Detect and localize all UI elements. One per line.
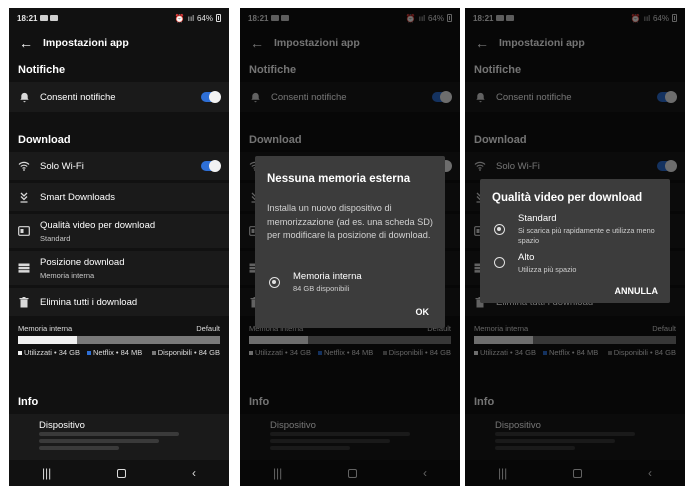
battery-level: 64%: [196, 13, 213, 23]
dialog-title: Qualità video per download: [492, 192, 643, 204]
device-details-blurred: [39, 432, 179, 436]
video-quality-label: Qualità video per download: [40, 219, 156, 231]
alarm-icon: ⏰: [174, 13, 185, 23]
smart-download-icon: [17, 190, 31, 204]
legend-free-swatch: [151, 351, 156, 356]
screen-quality-dialog: 18:21 ⏰ ııl 64% ← Impostazioni app Notif…: [465, 8, 685, 486]
radio-internal-storage[interactable]: [269, 277, 280, 288]
battery-icon: [216, 14, 221, 22]
storage-header: Memoria interna Default: [18, 324, 220, 333]
legend-used: Utilizzati • 34 GB: [18, 348, 80, 358]
message-icon: [40, 15, 49, 21]
system-nav-bar: ||| ‹: [9, 460, 229, 486]
legend-used-swatch: [18, 351, 22, 356]
option-standard-label: Standard: [518, 213, 557, 224]
wifi-signal-icon: ııl: [187, 13, 194, 23]
radio-high[interactable]: [494, 257, 505, 268]
device-details-blurred: [39, 439, 159, 443]
cancel-button[interactable]: ANNULLA: [615, 286, 659, 296]
allow-notifications-row[interactable]: Consenti notifiche: [9, 82, 229, 112]
wifi-only-row[interactable]: Solo Wi-Fi: [9, 152, 229, 180]
no-external-storage-dialog: Nessuna memoria esterna Installa un nuov…: [255, 156, 445, 328]
section-notifications-title: Notifiche: [18, 64, 66, 76]
section-info-title: Info: [18, 396, 39, 408]
device-details-blurred: [39, 446, 119, 450]
smart-downloads-row[interactable]: Smart Downloads: [9, 183, 229, 211]
storage-used-fill: [18, 336, 77, 344]
app-bar: ← Impostazioni app: [9, 30, 229, 56]
allow-notifications-toggle[interactable]: [201, 91, 221, 103]
delete-all-downloads-label: Elimina tutti i download: [40, 296, 138, 308]
download-location-label: Posizione download: [40, 256, 125, 268]
legend-free: Disponibili • 84 GB: [151, 348, 220, 358]
option-internal-storage-label: Memoria interna: [293, 271, 362, 282]
dialog-title: Nessuna memoria esterna: [267, 173, 411, 185]
trash-icon: [17, 295, 31, 309]
device-label: Dispositivo: [39, 420, 85, 431]
option-internal-storage-sub: 84 GB disponibili: [293, 284, 350, 293]
option-standard-sub: Si scarica più rapidamente e utilizza me…: [518, 226, 655, 245]
storage-title: Memoria interna: [18, 324, 73, 333]
option-high-label: Alto: [518, 252, 535, 263]
video-quality-value: Standard: [40, 233, 71, 243]
option-high-sub: Utilizza più spazio: [518, 265, 577, 274]
page-title: Impostazioni app: [43, 37, 129, 49]
gallery-icon: [50, 15, 59, 21]
arrow-left-icon[interactable]: ←: [19, 35, 37, 51]
back-nav-icon[interactable]: ‹: [192, 466, 196, 480]
dialog-message: Installa un nuovo dispositivo di memoriz…: [267, 203, 433, 240]
screen-storage-dialog: 18:21 ⏰ ııl 64% ← Impostazioni app Notif…: [240, 8, 460, 486]
video-quality-row[interactable]: Qualità video per download Standard: [9, 214, 229, 248]
wifi-icon: [17, 159, 31, 173]
video-quality-dialog: Qualità video per download Standard Si s…: [480, 179, 670, 303]
delete-all-downloads-row[interactable]: Elimina tutti i download: [9, 288, 229, 316]
legend-netflix-swatch: [87, 351, 91, 356]
download-location-row[interactable]: Posizione download Memoria interna: [9, 251, 229, 285]
status-bar: 18:21 ⏰ ııl 64%: [9, 8, 229, 28]
status-time: 18:21: [17, 13, 38, 23]
bell-icon: [17, 90, 31, 104]
home-icon[interactable]: [117, 468, 127, 478]
recents-icon[interactable]: |||: [42, 466, 51, 480]
storage-mode: Default: [196, 324, 220, 333]
legend-netflix: Netflix • 84 MB: [87, 348, 142, 358]
wifi-only-toggle[interactable]: [201, 160, 221, 172]
storage-usage-bar: [18, 336, 220, 344]
screen-settings: 18:21 ⏰ ııl 64% ← Impostazioni app Notif…: [9, 8, 229, 486]
allow-notifications-label: Consenti notifiche: [40, 91, 116, 103]
wifi-only-label: Solo Wi-Fi: [40, 160, 84, 172]
section-download-title: Download: [18, 134, 71, 146]
storage-icon: [17, 261, 31, 275]
download-location-value: Memoria interna: [40, 270, 95, 280]
device-row[interactable]: Dispositivo: [9, 414, 229, 460]
video-quality-icon: [17, 224, 31, 238]
ok-button[interactable]: OK: [416, 307, 430, 317]
smart-downloads-label: Smart Downloads: [40, 191, 115, 203]
radio-standard[interactable]: [494, 224, 505, 235]
